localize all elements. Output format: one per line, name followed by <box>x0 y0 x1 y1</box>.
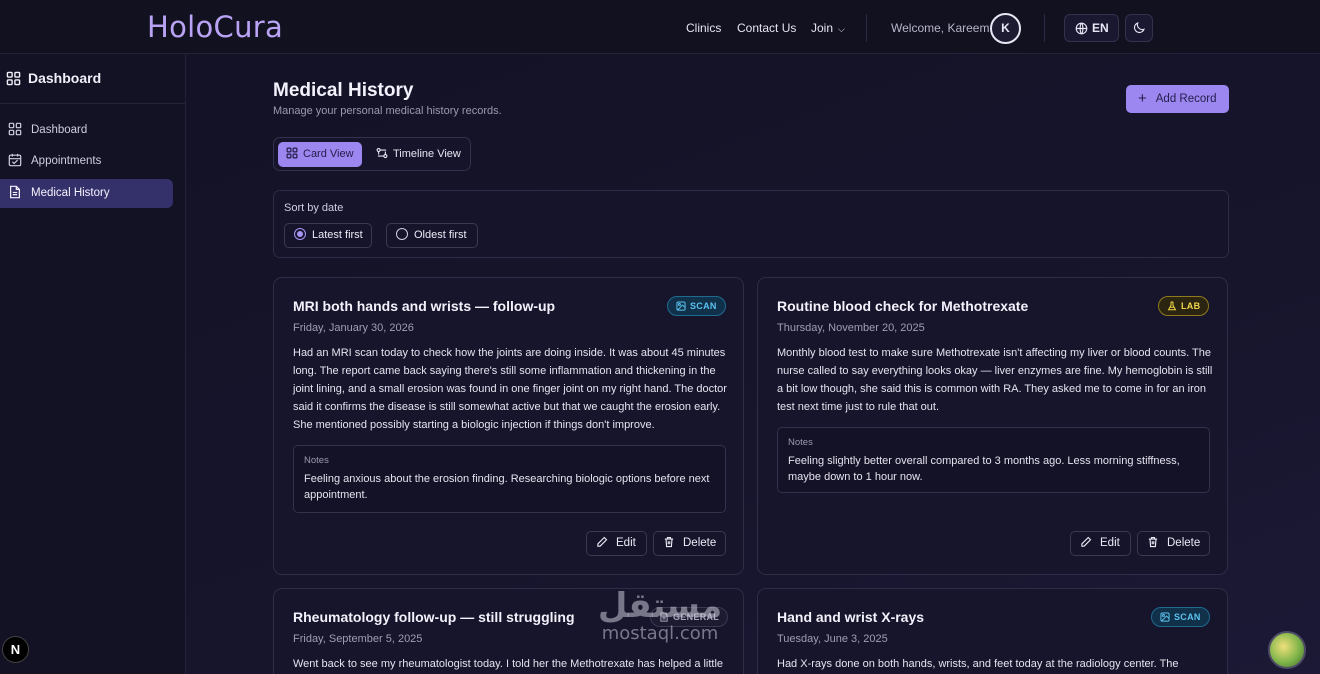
sidebar-item-label: Dashboard <box>31 124 88 136</box>
brand-logo[interactable]: HoloCura <box>147 10 283 44</box>
globe-icon <box>1075 22 1088 35</box>
sidebar-title: Dashboard <box>6 70 101 86</box>
trash-icon <box>1148 536 1158 548</box>
timeline-view-button[interactable]: Timeline View <box>368 142 468 167</box>
language-button[interactable]: EN <box>1064 14 1119 42</box>
sidebar-title-label: Dashboard <box>28 70 102 86</box>
grid-icon <box>8 122 22 136</box>
record-title: MRI both hands and wrists — follow-up <box>293 298 556 314</box>
grid-icon <box>6 71 21 86</box>
record-card: Hand and wrist X-rays SCAN Tuesday, June… <box>757 588 1228 674</box>
sidebar: Dashboard Dashboard Appointments Medical… <box>0 54 186 674</box>
nav-clinics-link[interactable]: Clinics <box>686 21 721 35</box>
edit-label: Edit <box>616 537 636 549</box>
pencil-icon <box>597 536 608 547</box>
welcome-text: Welcome, Kareem <box>891 21 990 35</box>
record-date: Thursday, November 20, 2025 <box>777 322 925 334</box>
sort-panel: Sort by date Latest first Oldest first <box>273 190 1229 258</box>
record-description: Had an MRI scan today to check how the j… <box>293 347 727 431</box>
timeline-icon <box>376 147 388 159</box>
notes-label: Notes <box>788 437 813 448</box>
sidebar-item-label: Medical History <box>31 187 110 199</box>
record-type-badge: SCAN <box>1151 607 1210 627</box>
add-record-label: Add Record <box>1155 93 1217 105</box>
record-type-badge: LAB <box>1158 296 1210 316</box>
sidebar-item-medical-history[interactable]: Medical History <box>0 179 173 208</box>
record-notes: Notes Feeling anxious about the erosion … <box>293 445 726 513</box>
sidebar-item-appointments[interactable]: Appointments <box>0 147 173 176</box>
card-view-label: Card View <box>303 148 354 160</box>
record-description: Went back to see my rheumatologist today… <box>293 658 724 670</box>
divider <box>866 14 867 42</box>
notes-text: Feeling anxious about the erosion findin… <box>304 473 710 501</box>
grid-icon <box>286 147 298 159</box>
sort-label: Sort by date <box>284 202 344 214</box>
edit-button[interactable]: Edit <box>586 531 647 556</box>
watermark-latin: mostaql.com <box>601 623 719 644</box>
flask-icon <box>1167 301 1177 311</box>
sidebar-item-label: Appointments <box>31 155 102 167</box>
record-date: Tuesday, June 3, 2025 <box>777 633 888 645</box>
language-label: EN <box>1092 21 1109 35</box>
radio-label: Oldest first <box>414 229 467 241</box>
pencil-icon <box>1081 536 1092 547</box>
badge-label: LAB <box>1181 301 1201 311</box>
main-content: Medical History Manage your personal med… <box>186 54 1320 674</box>
add-record-button[interactable]: + Add Record <box>1126 85 1229 113</box>
chat-bubble-avatar[interactable] <box>1268 631 1306 669</box>
sidebar-item-dashboard[interactable]: Dashboard <box>0 116 173 145</box>
theme-toggle-button[interactable] <box>1125 14 1153 42</box>
sort-oldest-first-radio[interactable]: Oldest first <box>386 223 478 248</box>
page-subtitle: Manage your personal medical history rec… <box>273 105 502 117</box>
record-notes: Notes Feeling slightly better overall co… <box>777 427 1210 493</box>
calendar-icon <box>8 153 22 167</box>
delete-label: Delete <box>1167 537 1201 549</box>
trash-icon <box>664 536 674 548</box>
delete-button[interactable]: Delete <box>1137 531 1210 556</box>
nav-join-menu[interactable]: Join ⌵ <box>811 21 845 35</box>
record-title: Routine blood check for Methotrexate <box>777 298 1029 314</box>
record-date: Friday, September 5, 2025 <box>293 633 423 645</box>
document-icon <box>10 185 20 199</box>
top-bar: HoloCura Clinics Contact Us Join ⌵ Welcom… <box>0 0 1320 54</box>
chevron-down-icon: ⌵ <box>838 24 845 34</box>
record-title: Rheumatology follow-up — still strugglin… <box>293 609 575 625</box>
record-card: MRI both hands and wrists — follow-up SC… <box>273 277 744 575</box>
badge-label: SCAN <box>690 301 717 311</box>
record-title: Hand and wrist X-rays <box>777 609 925 625</box>
delete-label: Delete <box>683 537 717 549</box>
record-description: Had X-rays done on both hands, wrists, a… <box>777 658 1179 670</box>
badge-label: SCAN <box>1174 612 1201 622</box>
edit-label: Edit <box>1100 537 1120 549</box>
view-toggle: Card View Timeline View <box>273 137 471 171</box>
radio-label: Latest first <box>312 229 363 241</box>
record-card: Routine blood check for Methotrexate LAB… <box>757 277 1228 575</box>
sort-latest-first-radio[interactable]: Latest first <box>284 223 372 248</box>
record-date: Friday, January 30, 2026 <box>293 322 414 334</box>
watermark-arabic: مستقل <box>597 586 723 626</box>
record-description: Monthly blood test to make sure Methotre… <box>777 347 1213 413</box>
divider <box>0 103 186 104</box>
delete-button[interactable]: Delete <box>653 531 726 556</box>
timeline-view-label: Timeline View <box>393 148 461 160</box>
record-type-badge: SCAN <box>667 296 726 316</box>
radio-unselected-icon <box>396 228 408 240</box>
nav-contact-link[interactable]: Contact Us <box>737 21 796 35</box>
next-dev-badge[interactable]: N <box>2 636 29 663</box>
notes-text: Feeling slightly better overall compared… <box>788 455 1180 483</box>
edit-button[interactable]: Edit <box>1070 531 1131 556</box>
nav-join-label: Join <box>811 21 834 35</box>
card-view-button[interactable]: Card View <box>278 142 362 167</box>
page-title: Medical History <box>273 80 414 101</box>
radio-selected-icon <box>294 228 306 240</box>
avatar[interactable]: K <box>990 13 1021 44</box>
watermark: مستقل mostaql.com <box>580 588 740 644</box>
image-icon <box>1160 612 1170 622</box>
image-icon <box>676 301 686 311</box>
divider <box>1044 14 1045 42</box>
notes-label: Notes <box>304 455 329 466</box>
plus-icon: + <box>1138 90 1147 107</box>
moon-icon <box>1133 22 1145 34</box>
